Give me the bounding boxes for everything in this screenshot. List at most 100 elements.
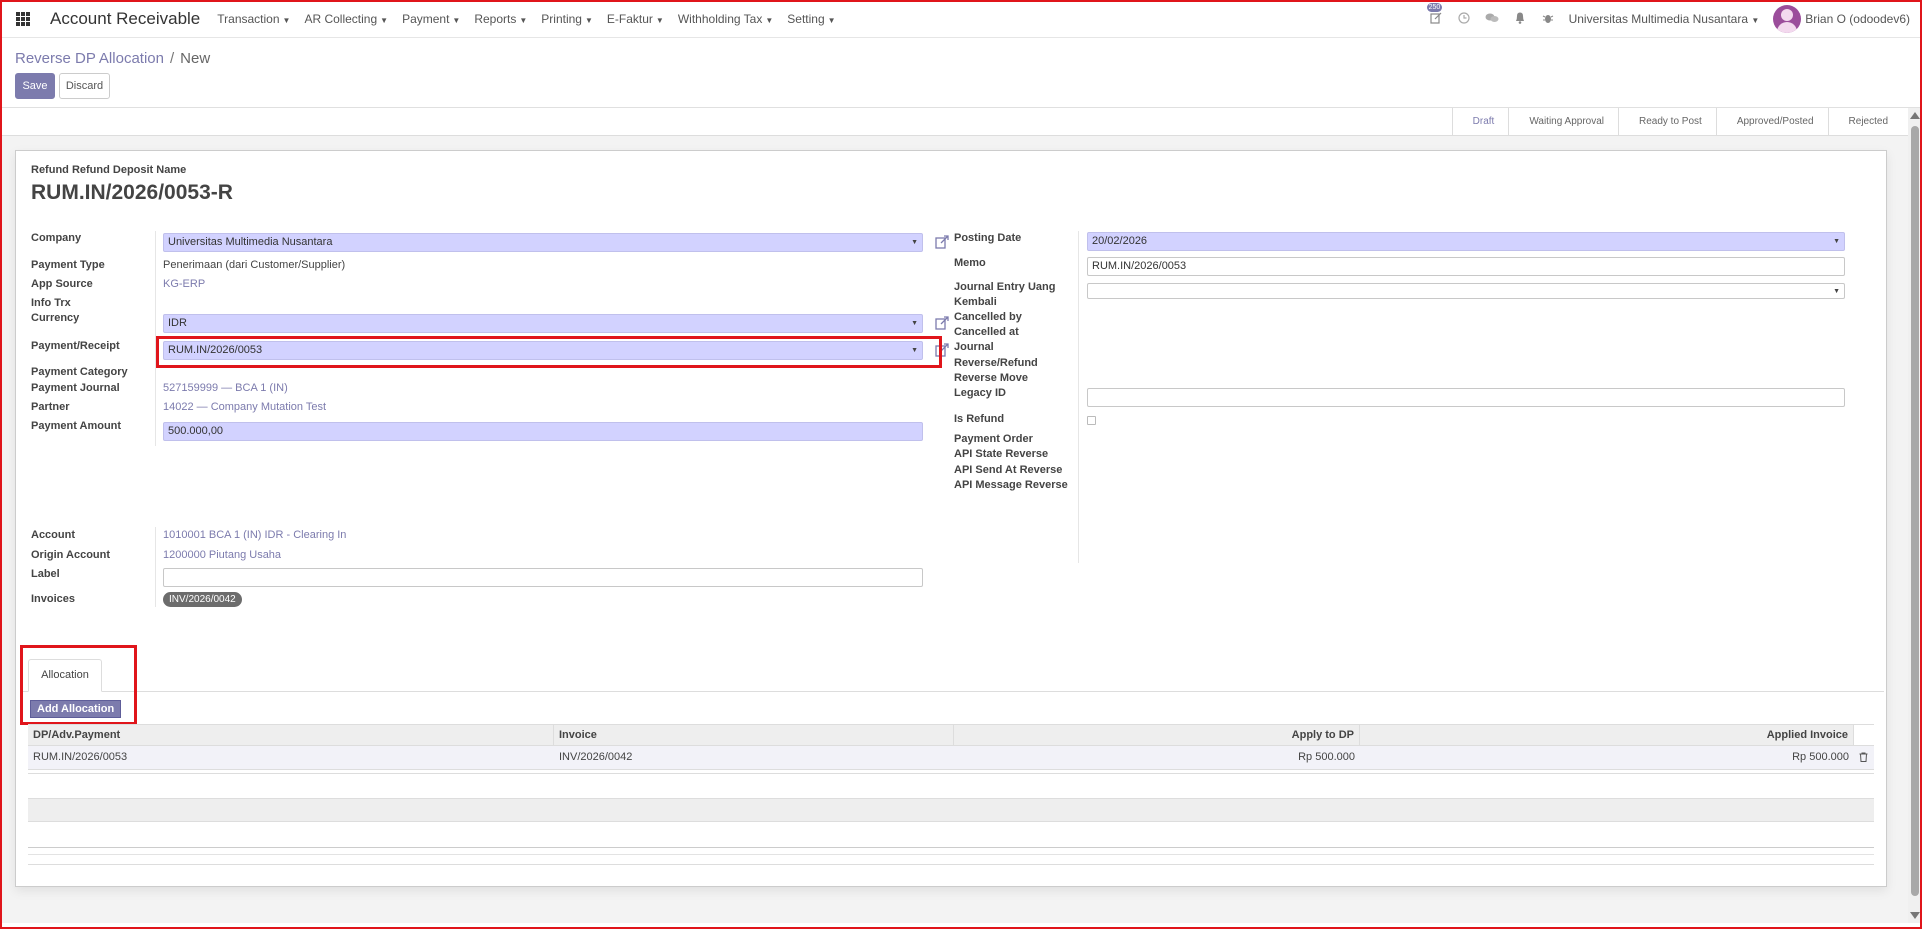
memo-field[interactable]: RUM.IN/2026/0053 (1087, 257, 1845, 276)
clock-icon[interactable] (1457, 11, 1471, 27)
app-source-link[interactable]: KG-ERP (163, 278, 205, 290)
table-horizontal-scrollbar[interactable] (28, 847, 1874, 855)
activity-icon[interactable]: 250 (1426, 2, 1443, 27)
label-field[interactable] (163, 568, 923, 587)
origin-account-link[interactable]: 1200000 Piutang Usaha (163, 549, 281, 561)
vertical-scrollbar[interactable] (1908, 108, 1922, 923)
account-label: Account (31, 529, 75, 541)
activity-badge: 250 (1426, 2, 1443, 12)
scroll-up-arrow-icon[interactable] (1910, 112, 1920, 119)
menu-transaction[interactable]: Transaction ▼ (217, 12, 290, 26)
save-button[interactable]: Save (15, 73, 55, 99)
cancelled-by-label: Cancelled by (954, 311, 1022, 323)
partner-label: Partner (31, 401, 70, 413)
reverse-refund-label: Reverse/Refund (954, 357, 1038, 369)
chevron-down-icon: ▼ (1833, 288, 1840, 295)
discard-button[interactable]: Discard (59, 73, 110, 99)
bell-icon[interactable] (1513, 11, 1527, 27)
app-source-label: App Source (31, 278, 93, 290)
column-header-dp[interactable]: DP/Adv.Payment (28, 725, 554, 745)
stage-ready-to-post[interactable]: Ready to Post (1618, 108, 1716, 136)
label-label: Label (31, 568, 60, 580)
column-header-applied-invoice[interactable]: Applied Invoice (1360, 725, 1854, 745)
company-switcher[interactable]: Universitas Multimedia Nusantara ▼ (1569, 12, 1760, 26)
chevron-down-icon: ▼ (1833, 238, 1840, 245)
journal-entry-label-line2: Kembali (954, 296, 997, 308)
highlight-payment-receipt (156, 336, 942, 368)
column-header-actions (1854, 725, 1874, 745)
user-menu[interactable]: Brian O (odoodev6) (1773, 5, 1910, 33)
column-header-apply-to-dp[interactable]: Apply to DP (954, 725, 1360, 745)
record-title: RUM.IN/2026/0053-R (31, 181, 233, 204)
stage-approved-posted[interactable]: Approved/Posted (1715, 108, 1828, 136)
currency-field[interactable]: IDR ▼ (163, 314, 923, 333)
external-link-icon[interactable] (935, 235, 949, 249)
payment-amount-field[interactable]: 500.000,00 (163, 422, 923, 441)
table-footer-row (28, 798, 1874, 822)
partner-link[interactable]: 14022 — Company Mutation Test (163, 401, 326, 413)
table-row[interactable]: RUM.IN/2026/0053 INV/2026/0042 Rp 500.00… (28, 746, 1874, 770)
external-link-icon[interactable] (935, 316, 949, 330)
menu-withholding-tax[interactable]: Withholding Tax ▼ (678, 12, 773, 26)
posting-date-field[interactable]: 20/02/2026 ▼ (1087, 232, 1845, 251)
bug-icon[interactable] (1541, 12, 1555, 27)
breadcrumb-parent[interactable]: Reverse DP Allocation (15, 50, 164, 67)
payment-journal-link[interactable]: 527159999 — BCA 1 (IN) (163, 382, 288, 394)
account-group-separator (155, 527, 156, 607)
form-view: Draft Waiting Approval Ready to Post App… (2, 108, 1908, 923)
chevron-down-icon: ▼ (911, 239, 918, 246)
trash-icon[interactable] (1859, 752, 1868, 762)
posting-date-label: Posting Date (954, 232, 1022, 244)
invoice-tag[interactable]: INV/2026/0042 (163, 592, 242, 607)
cell-apply-to-dp[interactable]: Rp 500.000 (954, 746, 1360, 769)
stage-draft[interactable]: Draft (1451, 108, 1509, 136)
payment-order-label: Payment Order (954, 433, 1033, 445)
status-bar: Draft Waiting Approval Ready to Post App… (2, 108, 1908, 136)
scroll-down-arrow-icon[interactable] (1910, 912, 1920, 919)
stage-rejected[interactable]: Rejected (1827, 108, 1902, 136)
cancelled-at-label: Cancelled at (954, 326, 1019, 338)
cell-delete[interactable] (1854, 746, 1874, 769)
apps-grid-icon[interactable] (16, 11, 30, 26)
cell-applied-invoice[interactable]: Rp 500.000 (1360, 746, 1854, 769)
is-refund-checkbox[interactable] (1087, 416, 1096, 425)
app-title: Account Receivable (50, 8, 201, 28)
breadcrumb-current: New (180, 50, 211, 67)
account-link[interactable]: 1010001 BCA 1 (IN) IDR - Clearing In (163, 529, 346, 541)
menu-efaktur[interactable]: E-Faktur ▼ (607, 12, 664, 26)
legacy-id-label: Legacy ID (954, 387, 1006, 399)
journal-entry-field[interactable]: ▼ (1087, 283, 1845, 299)
top-navbar: Account Receivable Transaction ▼ AR Colle… (0, 0, 1922, 38)
currency-label: Currency (31, 312, 80, 324)
menu-payment[interactable]: Payment ▼ (402, 12, 460, 26)
avatar (1773, 5, 1802, 33)
menu-setting[interactable]: Setting ▼ (787, 12, 835, 26)
payment-journal-label: Payment Journal (31, 382, 120, 394)
menu-reports[interactable]: Reports ▼ (474, 12, 527, 26)
column-header-invoice[interactable]: Invoice (554, 725, 954, 745)
journal-label: Journal (954, 341, 994, 353)
cell-invoice[interactable]: INV/2026/0042 (554, 746, 954, 769)
right-group-separator (1078, 231, 1079, 563)
breadcrumb: Reverse DP Allocation / New (15, 50, 210, 67)
menu-printing[interactable]: Printing ▼ (541, 12, 593, 26)
menu-ar-collecting[interactable]: AR Collecting ▼ (304, 12, 388, 26)
cell-dp[interactable]: RUM.IN/2026/0053 (28, 746, 554, 769)
legacy-id-field[interactable] (1087, 388, 1845, 407)
api-message-reverse-label: API Message Reverse (954, 479, 1068, 491)
payment-receipt-label: Payment/Receipt (31, 340, 120, 352)
payment-type-label: Payment Type (31, 259, 105, 271)
company-label: Company (31, 232, 82, 244)
stage-pipeline: Draft Waiting Approval Ready to Post App… (1451, 108, 1902, 136)
origin-account-label: Origin Account (31, 549, 111, 561)
reverse-move-label: Reverse Move (954, 372, 1028, 384)
chat-icon[interactable] (1485, 12, 1499, 27)
user-name: Brian O (odoodev6) (1805, 12, 1910, 26)
payment-category-label: Payment Category (31, 366, 128, 378)
payment-amount-label: Payment Amount (31, 420, 122, 432)
stage-waiting-approval[interactable]: Waiting Approval (1508, 108, 1618, 136)
company-field[interactable]: Universitas Multimedia Nusantara ▼ (163, 233, 923, 252)
highlight-allocation-tab (20, 645, 137, 725)
scroll-thumb[interactable] (1911, 126, 1919, 896)
journal-entry-label-line1: Journal Entry Uang (954, 281, 1056, 293)
